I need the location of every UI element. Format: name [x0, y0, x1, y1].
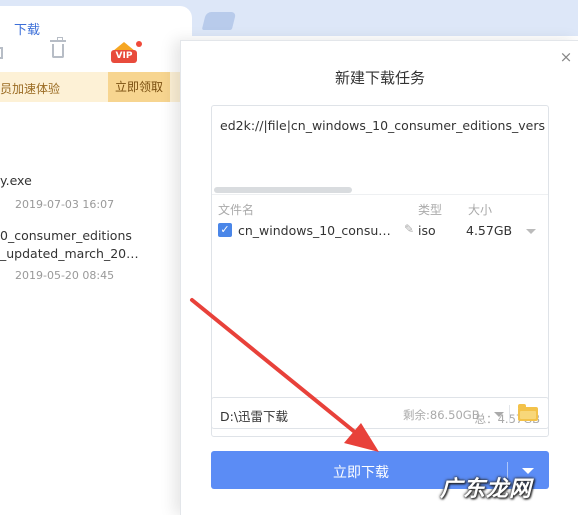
- dialog-title: 新建下载任务: [334, 69, 425, 87]
- column-header-name: 文件名: [218, 203, 255, 217]
- free-space: 剩余:86.50GB: [403, 408, 480, 422]
- file-row[interactable]: ✓ cn_windows_10_consumer... ✎ iso 4.57GB: [212, 220, 548, 244]
- chevron-down-icon[interactable]: [526, 229, 536, 234]
- promo-banner: 员加速体验 立即领取: [0, 72, 180, 102]
- divider: [212, 194, 548, 195]
- horizontal-scrollbar[interactable]: [214, 187, 352, 193]
- trash-icon[interactable]: [50, 37, 66, 58]
- new-download-dialog: × 新建下载任务 ed2k://|file|cn_windows_10_cons…: [180, 40, 578, 515]
- new-tab-button[interactable]: [201, 12, 237, 30]
- document-icon[interactable]: [0, 47, 3, 59]
- file-item-name-continued[interactable]: _updated_march_20…: [0, 246, 139, 261]
- column-header-type: 类型: [418, 203, 443, 217]
- file-item-name[interactable]: 0_consumer_editions: [0, 228, 132, 243]
- chevron-down-icon[interactable]: [494, 412, 504, 417]
- file-type: iso: [418, 223, 436, 238]
- file-size: 4.57GB: [466, 223, 513, 238]
- file-item-name[interactable]: y.exe: [0, 173, 32, 188]
- watermark: 广东龙网: [440, 477, 533, 502]
- file-name: cn_windows_10_consumer...: [238, 223, 400, 238]
- link-input-box[interactable]: ed2k://|file|cn_windows_10_consumer_edit…: [211, 105, 549, 437]
- folder-icon[interactable]: [518, 404, 538, 421]
- promo-text: 员加速体验: [0, 82, 61, 96]
- notification-dot: [136, 41, 142, 47]
- file-checkbox[interactable]: ✓: [218, 223, 232, 237]
- claim-now-button[interactable]: 立即领取: [108, 72, 170, 102]
- link-input[interactable]: ed2k://|file|cn_windows_10_consumer_edit…: [220, 118, 546, 133]
- toolbar: [0, 36, 180, 70]
- edit-icon[interactable]: ✎: [404, 222, 414, 236]
- vip-badge: VIP: [111, 50, 137, 63]
- save-path-field[interactable]: D:\迅雷下载 剩余:86.50GB: [211, 397, 549, 429]
- tab-download[interactable]: 下载: [0, 6, 192, 40]
- divider: [509, 405, 510, 423]
- file-item-date: 2019-05-20 08:45: [15, 269, 115, 282]
- close-icon[interactable]: ×: [559, 50, 573, 65]
- file-item-date: 2019-07-03 16:07: [15, 198, 115, 211]
- column-header-size: 大小: [468, 203, 493, 217]
- vip-icon[interactable]: VIP: [111, 42, 137, 64]
- save-path[interactable]: D:\迅雷下载: [220, 406, 288, 425]
